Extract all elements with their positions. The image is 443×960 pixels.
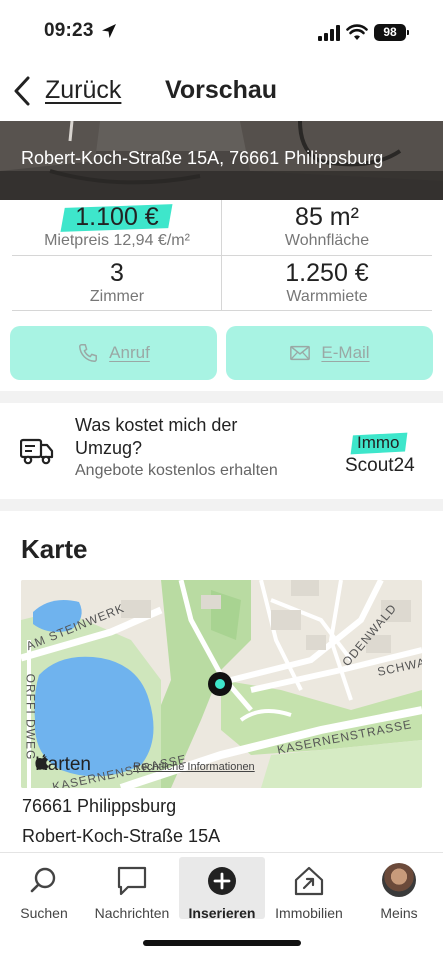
- warm-rent-cell: 1.250 € Warmmiete: [222, 256, 432, 311]
- tab-suchen[interactable]: Suchen: [1, 857, 87, 921]
- tab-meins[interactable]: Meins: [356, 857, 442, 921]
- tab-label: Nachrichten: [94, 905, 170, 921]
- rent-price-cell: 1.100 € Mietpreis 12,94 €/m²: [12, 200, 222, 255]
- email-button-label: E-Mail: [321, 343, 370, 362]
- home-indicator: [143, 940, 301, 946]
- apple-maps-brand: Karten: [35, 754, 91, 776]
- logo-scout-text: Scout24: [345, 455, 415, 476]
- avatar: [382, 863, 416, 897]
- plus-circle-icon: [208, 867, 236, 895]
- rooms-cell: 3 Zimmer: [12, 256, 222, 311]
- living-area-value: 85 m²: [295, 203, 359, 231]
- warm-rent-label: Warmmiete: [286, 288, 368, 305]
- tab-nachrichten[interactable]: Nachrichten: [89, 857, 175, 921]
- tab-label: Suchen: [20, 905, 68, 921]
- status-time: 09:23: [44, 20, 94, 41]
- rooms-value: 3: [110, 259, 124, 287]
- rent-price-highlight: 1.100 €: [67, 202, 166, 232]
- listing-photo[interactable]: Robert-Koch-Straße 15A, 76661 Philippsbu…: [0, 121, 443, 200]
- immoscout24-logo: Immo Scout24: [343, 433, 421, 479]
- status-bar: 09:23 98: [0, 0, 443, 62]
- tab-label: Inserieren: [188, 905, 256, 921]
- warm-rent-value: 1.250 €: [285, 259, 369, 287]
- call-button[interactable]: Anruf: [10, 326, 217, 380]
- navigation-bar: Zurück Vorschau: [0, 62, 443, 120]
- tab-label: Meins: [380, 905, 418, 921]
- logo-immo-text: Immo: [357, 433, 400, 452]
- divider: [12, 255, 432, 256]
- key-facts-grid: 1.100 € Mietpreis 12,94 €/m² 85 m² Wohnf…: [12, 200, 432, 311]
- address-city: 76661 Philippsburg: [22, 796, 177, 816]
- hero-address: Robert-Koch-Straße 15A, 76661 Philippsbu…: [21, 148, 384, 168]
- divider: [12, 310, 432, 311]
- moving-cost-teaser[interactable]: Was kostet mich der Umzug? Angebote kost…: [0, 402, 443, 498]
- tab-inserieren[interactable]: Inserieren: [179, 857, 265, 921]
- house-icon: [294, 866, 324, 896]
- back-button[interactable]: Zurück: [45, 76, 121, 105]
- apple-logo-icon: [35, 754, 49, 770]
- map-heading: Karte: [21, 534, 88, 564]
- section-separator: [0, 499, 443, 511]
- search-icon: [30, 867, 56, 893]
- rooms-label: Zimmer: [89, 288, 145, 305]
- address-street: Robert-Koch-Straße 15A: [22, 826, 221, 846]
- location-map[interactable]: AM STEINWERK ODENWALD SCHWA KASERNENSTRA…: [21, 580, 422, 788]
- map-street-label: ORFFI DWEG: [23, 673, 38, 761]
- battery-indicator: 98: [374, 24, 409, 41]
- mail-icon: [290, 345, 311, 361]
- location-pin-icon: [208, 672, 232, 696]
- email-button[interactable]: E-Mail: [226, 326, 433, 380]
- living-area-label: Wohnfläche: [284, 232, 370, 249]
- chat-icon: [117, 866, 147, 896]
- rent-price-value: 1.100 €: [75, 203, 159, 231]
- living-area-cell: 85 m² Wohnfläche: [222, 200, 432, 255]
- wifi-icon: [346, 24, 368, 40]
- moving-title: Was kostet mich der Umzug?: [75, 415, 238, 458]
- cellular-signal-icon: [318, 25, 340, 41]
- tab-immobilien[interactable]: Immobilien: [266, 857, 352, 921]
- page-title: Vorschau: [165, 76, 278, 104]
- call-button-label: Anruf: [109, 343, 150, 362]
- phone-icon: [79, 344, 98, 362]
- chevron-left-icon[interactable]: [10, 74, 34, 108]
- moving-subtitle: Angebote kostenlos erhalten: [75, 462, 278, 479]
- tab-label: Immobilien: [275, 905, 343, 921]
- moving-truck-icon: [20, 438, 54, 465]
- rent-price-label: Mietpreis 12,94 €/m²: [44, 232, 190, 249]
- location-arrow-icon: [102, 24, 116, 38]
- map-legal-link[interactable]: Rechtliche Informationen: [133, 761, 255, 773]
